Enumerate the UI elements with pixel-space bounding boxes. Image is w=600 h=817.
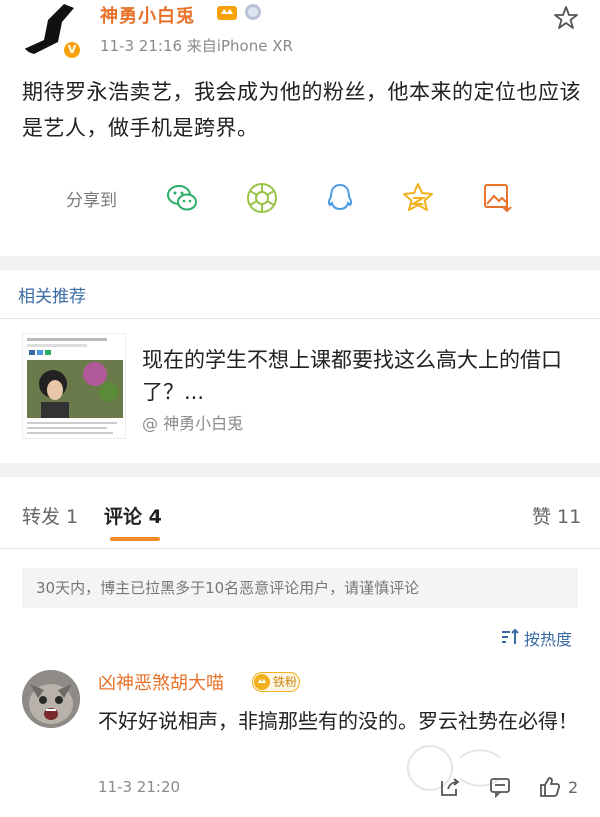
moments-icon[interactable]	[244, 180, 280, 216]
related-section-title: 相关推荐	[18, 287, 86, 307]
divider	[0, 548, 600, 549]
sort-icon[interactable]	[500, 628, 520, 646]
related-thumbnail[interactable]	[22, 333, 126, 439]
tab-likes[interactable]: 赞 11	[532, 502, 581, 529]
wechat-icon[interactable]	[164, 180, 200, 216]
tab-comments[interactable]: 评论 4	[104, 502, 162, 529]
commenter-avatar[interactable]	[22, 670, 80, 728]
save-image-icon[interactable]	[480, 180, 516, 216]
sort-by-hot[interactable]: 按热度	[524, 626, 572, 650]
reply-icon[interactable]	[488, 775, 512, 799]
share-label: 分享到	[66, 191, 117, 211]
section-separator	[0, 463, 600, 477]
related-article-author[interactable]: @ 神勇小白兎	[142, 410, 243, 434]
author-name[interactable]: 神勇小白兎	[100, 2, 195, 28]
favorite-star-icon[interactable]	[552, 4, 580, 32]
like-thumb-icon[interactable]	[538, 775, 562, 799]
comment-like-count: 2	[568, 778, 579, 797]
share-icon[interactable]	[438, 775, 462, 799]
qzone-star-icon[interactable]	[400, 180, 436, 216]
qq-icon[interactable]	[322, 180, 358, 216]
post-body: 期待罗永浩卖艺，我会成为他的粉丝，他本来的定位也应该是艺人，做手机是跨界。	[22, 80, 581, 140]
related-article-title[interactable]: 现在的学生不想上课都要找这么高大上的借口了？...	[142, 344, 582, 408]
active-tab-indicator	[110, 537, 160, 541]
divider	[0, 318, 600, 319]
fan-badge-label: 铁粉	[273, 675, 298, 689]
commenter-name[interactable]: 凶神恶煞胡大喵	[98, 669, 224, 695]
vip-crown-icon[interactable]	[216, 2, 238, 22]
comment-notice: 30天内，博主已拉黑多于10名恶意评论用户，请谨慎评论	[22, 568, 578, 608]
medal-icon[interactable]	[244, 3, 262, 21]
comment-body: 不好好说相声，非搞那些有的没的。罗云社势在必得！	[98, 709, 578, 733]
verified-badge: V	[62, 40, 82, 60]
comment-time: 11-3 21:20	[98, 778, 181, 796]
tab-reposts[interactable]: 转发 1	[22, 502, 78, 529]
post-meta: 11-3 21:16 来自iPhone XR	[100, 37, 293, 55]
fan-badge[interactable]: 铁粉	[252, 672, 300, 692]
section-separator	[0, 256, 600, 270]
